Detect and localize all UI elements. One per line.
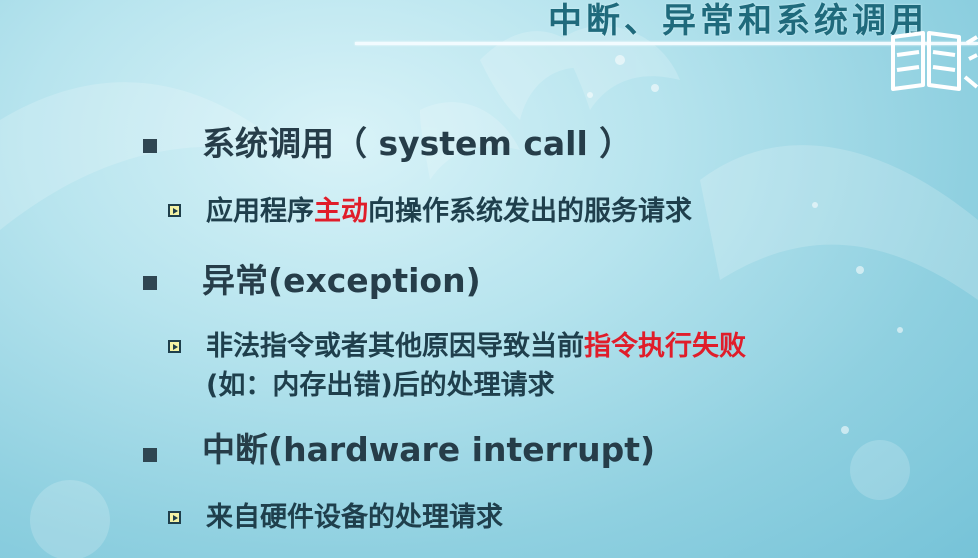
detail-text: 向操作系统发出的服务请求 [368, 196, 692, 227]
sub-bullet-icon [168, 340, 181, 353]
section-detail-exception: 非法指令或者其他原因导致当前指令执行失败 [206, 330, 746, 364]
book-logo-icon [891, 31, 978, 91]
section-detail-system-call: 应用程序主动向操作系统发出的服务请求 [206, 195, 692, 229]
sub-bullet-icon [168, 511, 181, 524]
section-bullet [143, 276, 157, 290]
section-heading-hardware-interrupt: 中断(hardware interrupt) [202, 430, 656, 469]
section-detail-hardware-interrupt: 来自硬件设备的处理请求 [206, 502, 503, 533]
section-bullet [143, 448, 157, 462]
highlight-text: 指令执行失败 [584, 331, 746, 362]
section-detail-exception-line2: (如：内存出错)后的处理请求 [206, 370, 555, 401]
highlight-text: 主动 [314, 196, 368, 227]
detail-text: 非法指令或者其他原因导致当前 [206, 331, 584, 362]
slide-title: 中断、异常和系统调用 [548, 1, 928, 41]
sub-bullet-icon [168, 204, 181, 217]
detail-text: 应用程序 [206, 196, 314, 227]
section-heading-exception: 异常(exception) [202, 261, 481, 300]
section-heading-system-call: 系统调用（ system call ） [202, 124, 633, 163]
section-bullet [143, 139, 157, 153]
